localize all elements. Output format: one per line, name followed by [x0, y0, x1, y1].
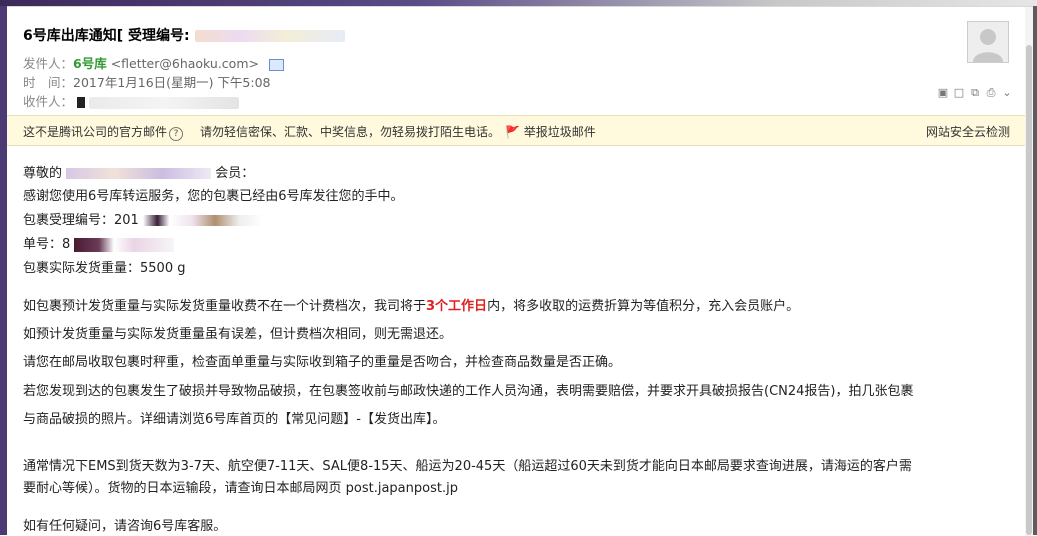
redacted-package-id	[142, 215, 263, 226]
from-label: 发件人：	[23, 56, 74, 71]
window-right-edge	[1033, 6, 1037, 535]
refund-paragraph: 如包裹预计发货重量与实际发货重量收费不在一个计费档次，我司将于3个工作日内，将多…	[23, 295, 799, 314]
greeting-line: 尊敬的 会员：	[23, 162, 254, 181]
tracking-label: 单号：8	[23, 237, 71, 252]
official-notice: 这不是腾讯公司的官方邮件	[23, 125, 168, 139]
help-icon[interactable]: ?	[169, 127, 184, 141]
greeting-prefix: 尊敬的	[23, 166, 63, 181]
refund-highlight: 3个工作日	[426, 299, 488, 314]
refund-text-after: 内，将多收取的运费折算为等值积分，充入会员账户。	[487, 299, 800, 314]
redacted-recipient	[88, 96, 239, 109]
recipient-row: 收件人：	[23, 91, 239, 110]
warning-text: 请勿轻信密保、汇款、中奖信息，勿轻易拨打陌生电话。	[200, 125, 501, 139]
sender-email[interactable]: <fletter@6haoku.com>	[111, 56, 259, 71]
package-id-line: 包裹受理编号：201	[23, 209, 263, 228]
delivery-time-line2: 要耐心等候）。货物的日本运输段，请查询日本邮局网页 post.japanpost…	[23, 481, 458, 496]
thanks-line: 感谢您使用6号库转运服务，您的包裹已经由6号库发往您的手中。	[23, 189, 404, 204]
email-reader: 6号库出库通知[ 受理编号: 发件人：6号库 <fletter@6haoku.c…	[7, 6, 1033, 536]
notice-text: 这不是腾讯公司的官方邮件?	[23, 123, 184, 141]
greeting-suffix: 会员：	[215, 166, 255, 181]
no-refund-paragraph: 如预计发货重量与实际发货重量虽有误差，但计费档次相同，则无需退还。	[23, 327, 453, 342]
weight-line: 包裹实际发货重量：5500 g	[23, 261, 186, 276]
print-icon[interactable]: ⎙	[985, 87, 997, 99]
window-left-edge	[0, 6, 7, 535]
tracking-line: 单号：8	[23, 233, 175, 252]
email-subject: 6号库出库通知[ 受理编号:	[23, 25, 345, 45]
report-spam-label: 举报垃圾邮件	[523, 125, 596, 139]
contact-support-line: 如有任何疑问，请咨询6号库客服。	[23, 519, 227, 534]
scrollbar-thumb[interactable]	[1026, 45, 1032, 535]
contact-card-icon[interactable]	[268, 58, 284, 71]
security-banner: 这不是腾讯公司的官方邮件? 请勿轻信密保、汇款、中奖信息，勿轻易拨打陌生电话。 …	[7, 115, 1025, 146]
time-value: 2017年1月16日(星期一) 下午5:08	[73, 75, 271, 90]
damage-paragraph-line1: 若您发现到达的包裹发生了破损并导致物品破损，在包裹签收前与邮政快递的工作人员沟通…	[23, 384, 914, 399]
redacted-recipient-mark	[77, 97, 85, 108]
report-spam-link[interactable]: 🚩 举报垃圾邮件	[505, 123, 596, 140]
time-label: 时 间：	[23, 75, 74, 90]
security-check-link[interactable]: 网站安全云检测	[926, 123, 1010, 140]
to-label: 收件人：	[23, 94, 74, 109]
message-toolbar: ▣ □ ⧉ ⎙ ⌄	[937, 87, 1013, 99]
popout-icon[interactable]: ▣	[937, 87, 949, 99]
damage-paragraph-line2: 与商品破损的照片。详细请浏览6号库首页的【常见问题】-【发货出库】。	[23, 412, 446, 427]
refund-text-before: 如包裹预计发货重量与实际发货重量收费不在一个计费档次，我司将于	[23, 299, 427, 314]
window-icon[interactable]: □	[953, 87, 965, 99]
redacted-tracking-number	[74, 237, 175, 252]
redacted-subject-id	[194, 30, 345, 42]
sender-name[interactable]: 6号库	[73, 56, 107, 71]
sender-avatar[interactable]	[967, 21, 1009, 63]
weigh-check-paragraph: 请您在邮局收取包裹时秤重，检查面单重量与实际收到箱子的重量是否吻合，并检查商品数…	[23, 355, 622, 370]
avatar-placeholder-icon	[968, 22, 1008, 62]
redacted-member-name	[66, 168, 212, 179]
subject-text: 6号库出库通知[ 受理编号:	[23, 28, 190, 44]
sender-row: 发件人：6号库 <fletter@6haoku.com>	[23, 53, 284, 72]
delivery-time-line1: 通常情况下EMS到货天数为3-7天、航空便7-11天、SAL便8-15天、船运为…	[23, 459, 912, 474]
more-chevron-icon[interactable]: ⌄	[1001, 87, 1013, 99]
package-id-label: 包裹受理编号：201	[23, 213, 139, 228]
email-header: 6号库出库通知[ 受理编号: 发件人：6号库 <fletter@6haoku.c…	[7, 7, 1033, 115]
report-flag-icon: 🚩	[505, 125, 520, 139]
copy-icon[interactable]: ⧉	[969, 87, 981, 99]
time-row: 时 间：2017年1月16日(星期一) 下午5:08	[23, 72, 270, 91]
